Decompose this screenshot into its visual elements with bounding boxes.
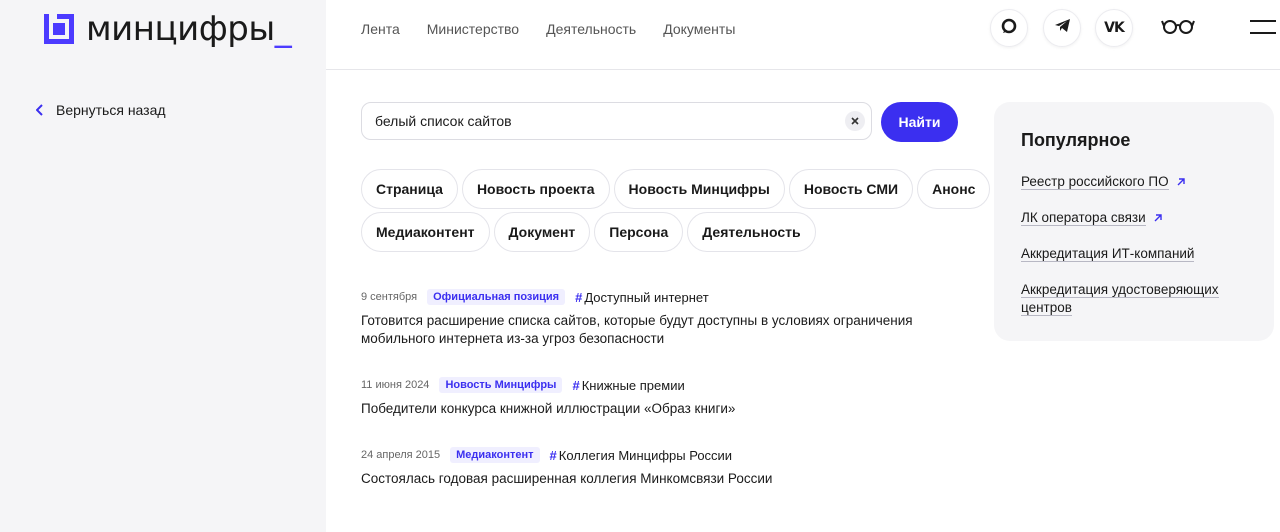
left-sidebar: Вернуться назад — [0, 70, 326, 532]
back-label: Вернуться назад — [56, 102, 166, 118]
external-link-icon — [1154, 214, 1163, 222]
nav-documents[interactable]: Документы — [663, 20, 735, 38]
telegram-button[interactable] — [1043, 9, 1081, 47]
popular-link-certification-centers[interactable]: Аккредитация удостоверяющих центров — [1021, 281, 1247, 317]
popular-link-software-registry[interactable]: Реестр российского ПО — [1021, 173, 1247, 191]
main-nav: Лента Министерство Деятельность Документ… — [361, 20, 762, 38]
chip-row: Медиаконтент Документ Персона Деятельнос… — [361, 212, 951, 252]
result-hashtag[interactable]: # Коллегия Минцифры России — [550, 448, 733, 463]
search-input[interactable] — [375, 103, 835, 139]
chip-document[interactable]: Документ — [493, 212, 591, 252]
logo-area: минцифры_ — [0, 0, 326, 70]
max-button[interactable] — [990, 9, 1028, 47]
result-meta: 24 апреля 2015 Медиаконтент # Коллегия Ми… — [361, 446, 921, 464]
chip-row: Страница Новость проекта Новость Минцифр… — [361, 169, 991, 209]
result-date: 24 апреля 2015 — [361, 449, 441, 461]
result-date: 11 июня 2024 — [361, 379, 430, 391]
chip-page[interactable]: Страница — [361, 169, 458, 209]
result-meta: 9 сентября Официальная позиция # Доступны… — [361, 288, 921, 306]
result-date: 9 сентября — [361, 291, 418, 303]
close-icon — [851, 117, 859, 125]
max-icon — [1001, 18, 1017, 39]
search-result: 11 июня 2024 Новость Минцифры # Книжные п… — [361, 376, 921, 418]
chip-ministry-news[interactable]: Новость Минцифры — [613, 169, 785, 209]
result-title-link[interactable]: Победители конкурса книжной иллюстрации … — [361, 400, 921, 418]
accessibility-glasses-icon[interactable] — [1161, 18, 1195, 39]
result-title-link[interactable]: Готовится расширение списка сайтов, кото… — [361, 312, 921, 348]
chip-project-news[interactable]: Новость проекта — [461, 169, 610, 209]
chip-announcement[interactable]: Анонс — [917, 169, 991, 209]
result-type-badge[interactable]: Официальная позиция — [427, 289, 566, 305]
popular-link-operator-account[interactable]: ЛК оператора связи — [1021, 209, 1247, 227]
nav-activity[interactable]: Деятельность — [546, 20, 636, 38]
vk-button[interactable]: VK — [1095, 9, 1133, 47]
telegram-icon — [1054, 18, 1071, 38]
result-type-badge[interactable]: Новость Минцифры — [439, 377, 563, 393]
nav-ministry[interactable]: Министерство — [427, 20, 519, 38]
chip-activity[interactable]: Деятельность — [687, 212, 816, 252]
chip-person[interactable]: Персона — [594, 212, 684, 252]
logo[interactable]: минцифры_ — [44, 9, 292, 49]
popular-panel: Популярное Реестр российского ПО ЛК опер… — [994, 102, 1274, 341]
find-button[interactable]: Найти — [881, 102, 958, 142]
menu-burger-icon[interactable] — [1250, 20, 1276, 36]
external-link-icon — [1177, 178, 1186, 186]
result-title-link[interactable]: Состоялась годовая расширенная коллегия … — [361, 470, 921, 488]
chip-media-content[interactable]: Медиаконтент — [361, 212, 490, 252]
result-hashtag[interactable]: # Книжные премии — [572, 378, 684, 393]
logo-text: минцифры_ — [86, 9, 292, 49]
back-link[interactable]: Вернуться назад — [36, 102, 166, 118]
vk-icon: VK — [1104, 20, 1125, 36]
popular-link-it-accreditation[interactable]: Аккредитация ИТ-компаний — [1021, 245, 1247, 263]
filter-chips: Страница Новость проекта Новость Минцифр… — [361, 169, 991, 255]
chevron-left-icon — [36, 104, 43, 116]
result-type-badge[interactable]: Медиаконтент — [450, 447, 540, 463]
site-header: минцифры_ Лента Министерство Деятельност… — [0, 0, 1280, 70]
logo-mark-icon — [44, 14, 74, 44]
search-result: 9 сентября Официальная позиция # Доступны… — [361, 288, 921, 348]
clear-search-button[interactable] — [845, 111, 865, 131]
nav-feed[interactable]: Лента — [361, 20, 400, 38]
search-box — [361, 102, 872, 140]
result-hashtag[interactable]: # Доступный интернет — [575, 290, 709, 305]
chip-media-news[interactable]: Новость СМИ — [788, 169, 914, 209]
search-result: 24 апреля 2015 Медиаконтент # Коллегия Ми… — [361, 446, 921, 488]
result-meta: 11 июня 2024 Новость Минцифры # Книжные п… — [361, 376, 921, 394]
popular-title: Популярное — [1021, 130, 1131, 150]
